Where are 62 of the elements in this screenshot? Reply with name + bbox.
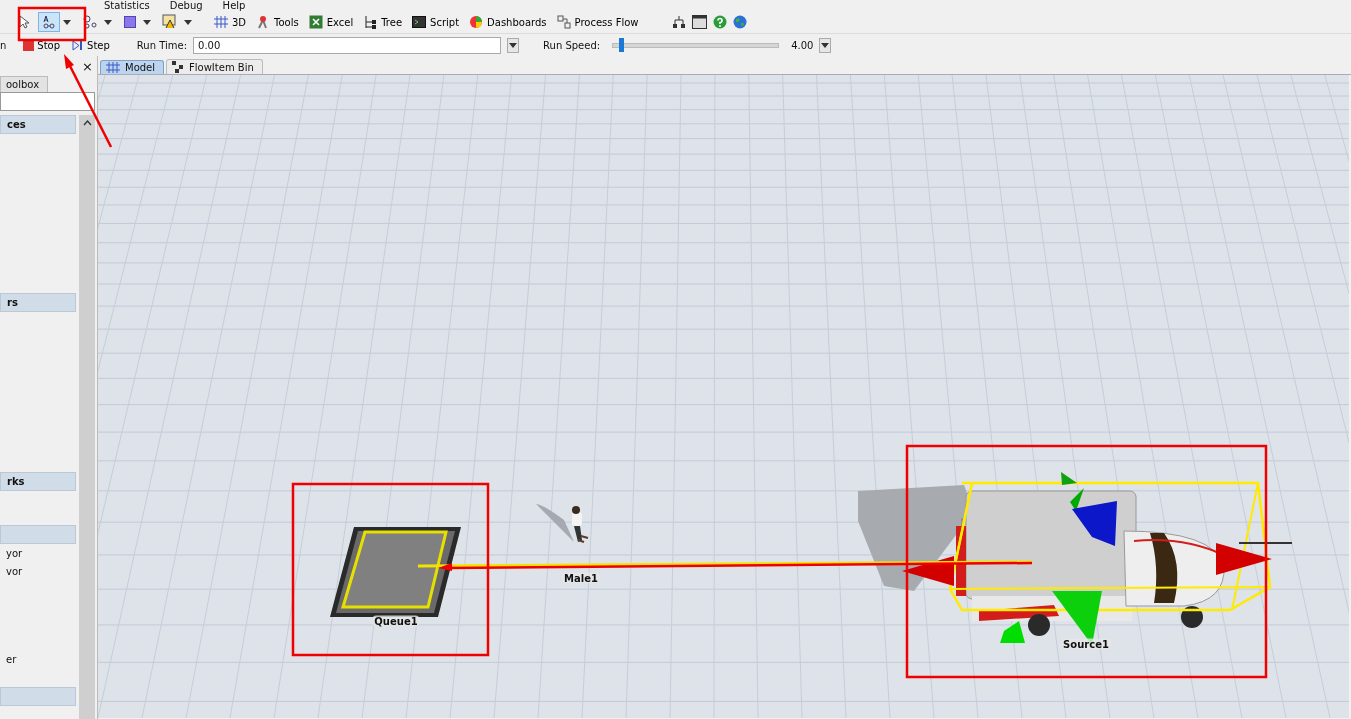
caret-icon[interactable] [184,19,192,25]
view-tab[interactable]: FlowItem Bin [166,59,263,74]
help-icon[interactable] [713,15,728,29]
stop-icon [23,39,35,51]
window-icon[interactable] [692,15,708,29]
paint-icon [162,14,178,30]
tree-icon [363,15,378,29]
caret-icon[interactable] [143,19,151,25]
pie-chart-icon [469,15,484,29]
caret-icon [821,42,830,48]
run-button[interactable]: n [0,39,7,51]
object-label: Queue1 [372,615,420,627]
menu-item[interactable]: Help [222,1,246,11]
annotation-box [17,6,87,42]
connect-tool-button[interactable] [38,12,60,32]
step-button[interactable]: Step [69,39,113,51]
toolbar-button[interactable]: Process Flow [554,14,641,30]
flowchart-icon [556,15,571,29]
link-icon [41,14,57,30]
scroll-up-icon[interactable] [82,120,92,126]
terminal-icon [412,16,427,28]
view-tab[interactable]: Model [100,60,165,74]
caret-icon[interactable] [104,19,112,25]
toolbar-button[interactable]: Tools [254,14,301,30]
library-item[interactable]: er [0,650,76,668]
library-item[interactable]: yor [0,544,76,562]
menu-item[interactable]: Statistics [104,1,150,11]
search-field[interactable] [0,92,95,111]
run-time-field[interactable]: 0.00 [193,36,502,54]
dropdown-button[interactable] [819,37,832,53]
toolbar-button[interactable]: Tree [361,14,405,30]
toolbar-button[interactable]: Excel [306,14,356,30]
toolbar-button[interactable]: 3D [212,14,249,30]
close-button[interactable]: × [82,58,93,74]
library-item[interactable]: vor [0,562,76,580]
section-header[interactable]: rks [0,472,76,491]
layout-icon[interactable] [672,15,687,29]
section-header[interactable]: ces [0,115,76,134]
section-header[interactable]: rs [0,293,76,312]
toolbar-button[interactable]: Script [410,14,462,30]
menu-item[interactable]: Debug [169,1,203,11]
unlink-icon [82,14,98,30]
pointer-icon [18,15,30,29]
step-icon [72,39,85,51]
object-label: Male1 [562,572,600,584]
scrollbar[interactable] [79,115,95,719]
toolbox-tab[interactable]: oolbox [0,76,49,92]
grid-icon [106,62,120,73]
square-icon [124,16,136,28]
toolbar-button[interactable]: Dashboards [467,14,549,30]
run-time-label: Run Time: [136,39,188,51]
grid-icon [214,16,228,28]
dropdown-button[interactable] [507,37,520,53]
object-label: Source1 [1061,638,1111,650]
run-speed-label: Run Speed: [543,39,601,51]
speed-value: 4.00 [791,39,814,51]
caret-icon [509,42,518,48]
stop-button[interactable]: Stop [20,39,64,51]
spreadsheet-icon [308,15,323,29]
caret-icon[interactable] [63,19,71,25]
globe-icon[interactable] [733,15,748,29]
blocks-icon [172,61,185,73]
